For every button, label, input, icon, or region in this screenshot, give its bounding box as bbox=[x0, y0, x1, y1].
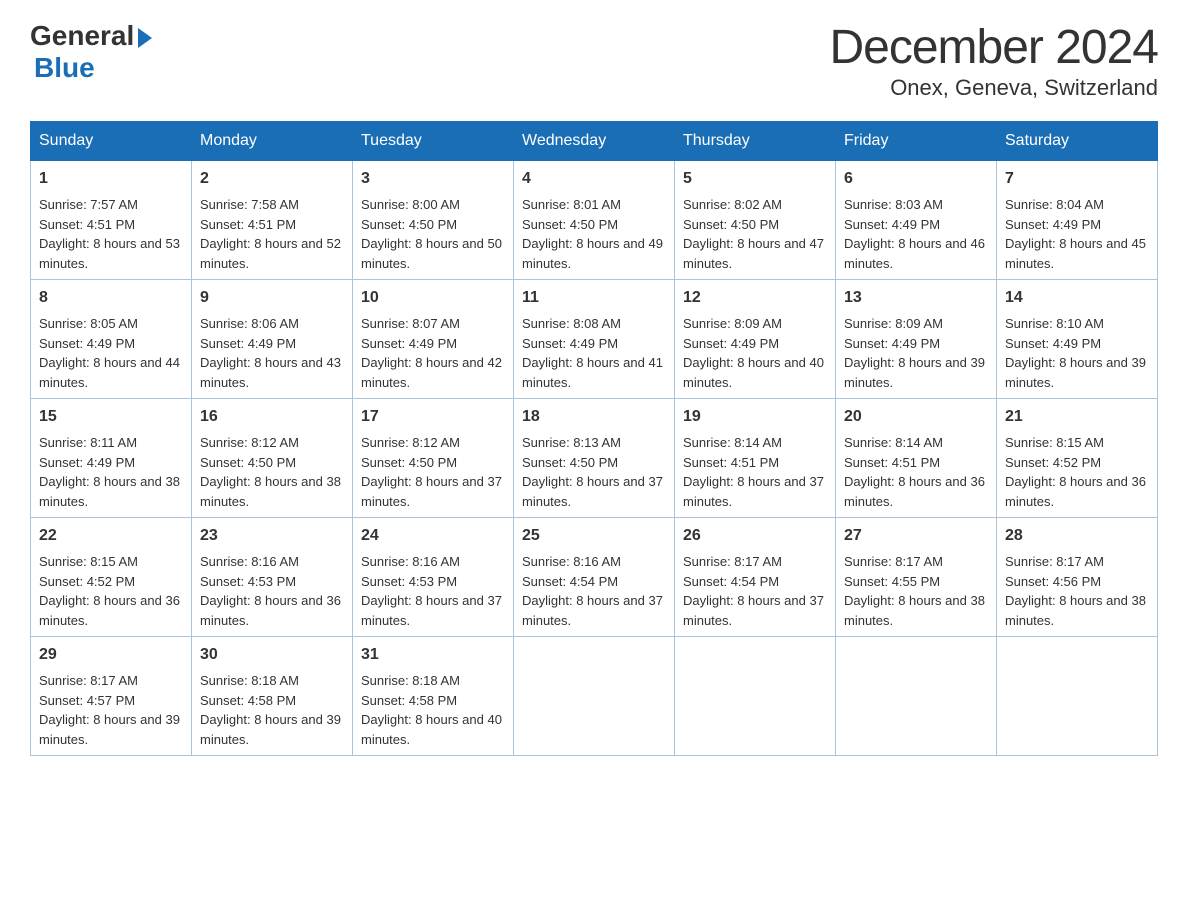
calendar-day-cell: 18Sunrise: 8:13 AMSunset: 4:50 PMDayligh… bbox=[514, 399, 675, 518]
calendar-day-cell: 12Sunrise: 8:09 AMSunset: 4:49 PMDayligh… bbox=[675, 280, 836, 399]
header-sunday: Sunday bbox=[31, 122, 192, 161]
day-number: 2 bbox=[200, 167, 344, 191]
day-number: 1 bbox=[39, 167, 183, 191]
calendar-day-cell: 17Sunrise: 8:12 AMSunset: 4:50 PMDayligh… bbox=[353, 399, 514, 518]
day-number: 30 bbox=[200, 643, 344, 667]
calendar-day-cell bbox=[514, 637, 675, 756]
calendar-day-cell bbox=[997, 637, 1158, 756]
day-number: 27 bbox=[844, 524, 988, 548]
day-number: 5 bbox=[683, 167, 827, 191]
calendar-week-row: 22Sunrise: 8:15 AMSunset: 4:52 PMDayligh… bbox=[31, 518, 1158, 637]
calendar-day-cell bbox=[836, 637, 997, 756]
day-number: 29 bbox=[39, 643, 183, 667]
calendar-day-cell: 10Sunrise: 8:07 AMSunset: 4:49 PMDayligh… bbox=[353, 280, 514, 399]
title-section: December 2024 Onex, Geneva, Switzerland bbox=[829, 20, 1158, 101]
logo-arrow-icon bbox=[138, 28, 152, 48]
calendar-day-cell: 1Sunrise: 7:57 AMSunset: 4:51 PMDaylight… bbox=[31, 161, 192, 280]
calendar-day-cell: 30Sunrise: 8:18 AMSunset: 4:58 PMDayligh… bbox=[192, 637, 353, 756]
day-number: 9 bbox=[200, 286, 344, 310]
header-saturday: Saturday bbox=[997, 122, 1158, 161]
calendar-day-cell: 27Sunrise: 8:17 AMSunset: 4:55 PMDayligh… bbox=[836, 518, 997, 637]
location-subtitle: Onex, Geneva, Switzerland bbox=[829, 75, 1158, 101]
header-tuesday: Tuesday bbox=[353, 122, 514, 161]
day-number: 22 bbox=[39, 524, 183, 548]
header-friday: Friday bbox=[836, 122, 997, 161]
calendar-day-cell: 23Sunrise: 8:16 AMSunset: 4:53 PMDayligh… bbox=[192, 518, 353, 637]
page-header: General Blue December 2024 Onex, Geneva,… bbox=[30, 20, 1158, 101]
calendar-day-cell: 21Sunrise: 8:15 AMSunset: 4:52 PMDayligh… bbox=[997, 399, 1158, 518]
calendar-day-cell: 15Sunrise: 8:11 AMSunset: 4:49 PMDayligh… bbox=[31, 399, 192, 518]
day-number: 26 bbox=[683, 524, 827, 548]
calendar-day-cell: 31Sunrise: 8:18 AMSunset: 4:58 PMDayligh… bbox=[353, 637, 514, 756]
day-number: 11 bbox=[522, 286, 666, 310]
day-number: 31 bbox=[361, 643, 505, 667]
calendar-day-cell: 14Sunrise: 8:10 AMSunset: 4:49 PMDayligh… bbox=[997, 280, 1158, 399]
calendar-day-cell: 16Sunrise: 8:12 AMSunset: 4:50 PMDayligh… bbox=[192, 399, 353, 518]
day-number: 18 bbox=[522, 405, 666, 429]
calendar-day-cell bbox=[675, 637, 836, 756]
calendar-day-cell: 9Sunrise: 8:06 AMSunset: 4:49 PMDaylight… bbox=[192, 280, 353, 399]
calendar-week-row: 8Sunrise: 8:05 AMSunset: 4:49 PMDaylight… bbox=[31, 280, 1158, 399]
calendar-week-row: 15Sunrise: 8:11 AMSunset: 4:49 PMDayligh… bbox=[31, 399, 1158, 518]
logo-general-text: General bbox=[30, 20, 134, 52]
day-number: 20 bbox=[844, 405, 988, 429]
calendar-day-cell: 19Sunrise: 8:14 AMSunset: 4:51 PMDayligh… bbox=[675, 399, 836, 518]
day-number: 3 bbox=[361, 167, 505, 191]
day-number: 7 bbox=[1005, 167, 1149, 191]
calendar-header-row: Sunday Monday Tuesday Wednesday Thursday… bbox=[31, 122, 1158, 161]
calendar-day-cell: 26Sunrise: 8:17 AMSunset: 4:54 PMDayligh… bbox=[675, 518, 836, 637]
calendar-day-cell: 11Sunrise: 8:08 AMSunset: 4:49 PMDayligh… bbox=[514, 280, 675, 399]
day-number: 14 bbox=[1005, 286, 1149, 310]
header-thursday: Thursday bbox=[675, 122, 836, 161]
day-number: 16 bbox=[200, 405, 344, 429]
header-monday: Monday bbox=[192, 122, 353, 161]
logo: General Blue bbox=[30, 20, 152, 84]
month-year-title: December 2024 bbox=[829, 20, 1158, 75]
calendar-day-cell: 13Sunrise: 8:09 AMSunset: 4:49 PMDayligh… bbox=[836, 280, 997, 399]
day-number: 19 bbox=[683, 405, 827, 429]
day-number: 4 bbox=[522, 167, 666, 191]
calendar-day-cell: 6Sunrise: 8:03 AMSunset: 4:49 PMDaylight… bbox=[836, 161, 997, 280]
day-number: 6 bbox=[844, 167, 988, 191]
calendar-day-cell: 29Sunrise: 8:17 AMSunset: 4:57 PMDayligh… bbox=[31, 637, 192, 756]
day-number: 21 bbox=[1005, 405, 1149, 429]
calendar-day-cell: 5Sunrise: 8:02 AMSunset: 4:50 PMDaylight… bbox=[675, 161, 836, 280]
calendar-day-cell: 4Sunrise: 8:01 AMSunset: 4:50 PMDaylight… bbox=[514, 161, 675, 280]
calendar-day-cell: 3Sunrise: 8:00 AMSunset: 4:50 PMDaylight… bbox=[353, 161, 514, 280]
calendar-table: Sunday Monday Tuesday Wednesday Thursday… bbox=[30, 121, 1158, 756]
calendar-day-cell: 20Sunrise: 8:14 AMSunset: 4:51 PMDayligh… bbox=[836, 399, 997, 518]
calendar-day-cell: 7Sunrise: 8:04 AMSunset: 4:49 PMDaylight… bbox=[997, 161, 1158, 280]
calendar-day-cell: 2Sunrise: 7:58 AMSunset: 4:51 PMDaylight… bbox=[192, 161, 353, 280]
calendar-day-cell: 8Sunrise: 8:05 AMSunset: 4:49 PMDaylight… bbox=[31, 280, 192, 399]
day-number: 23 bbox=[200, 524, 344, 548]
day-number: 12 bbox=[683, 286, 827, 310]
calendar-day-cell: 25Sunrise: 8:16 AMSunset: 4:54 PMDayligh… bbox=[514, 518, 675, 637]
calendar-week-row: 29Sunrise: 8:17 AMSunset: 4:57 PMDayligh… bbox=[31, 637, 1158, 756]
day-number: 24 bbox=[361, 524, 505, 548]
day-number: 15 bbox=[39, 405, 183, 429]
day-number: 25 bbox=[522, 524, 666, 548]
header-wednesday: Wednesday bbox=[514, 122, 675, 161]
day-number: 10 bbox=[361, 286, 505, 310]
calendar-day-cell: 22Sunrise: 8:15 AMSunset: 4:52 PMDayligh… bbox=[31, 518, 192, 637]
day-number: 17 bbox=[361, 405, 505, 429]
day-number: 8 bbox=[39, 286, 183, 310]
calendar-day-cell: 24Sunrise: 8:16 AMSunset: 4:53 PMDayligh… bbox=[353, 518, 514, 637]
logo-blue-text: Blue bbox=[34, 52, 95, 84]
day-number: 13 bbox=[844, 286, 988, 310]
calendar-day-cell: 28Sunrise: 8:17 AMSunset: 4:56 PMDayligh… bbox=[997, 518, 1158, 637]
day-number: 28 bbox=[1005, 524, 1149, 548]
calendar-week-row: 1Sunrise: 7:57 AMSunset: 4:51 PMDaylight… bbox=[31, 161, 1158, 280]
